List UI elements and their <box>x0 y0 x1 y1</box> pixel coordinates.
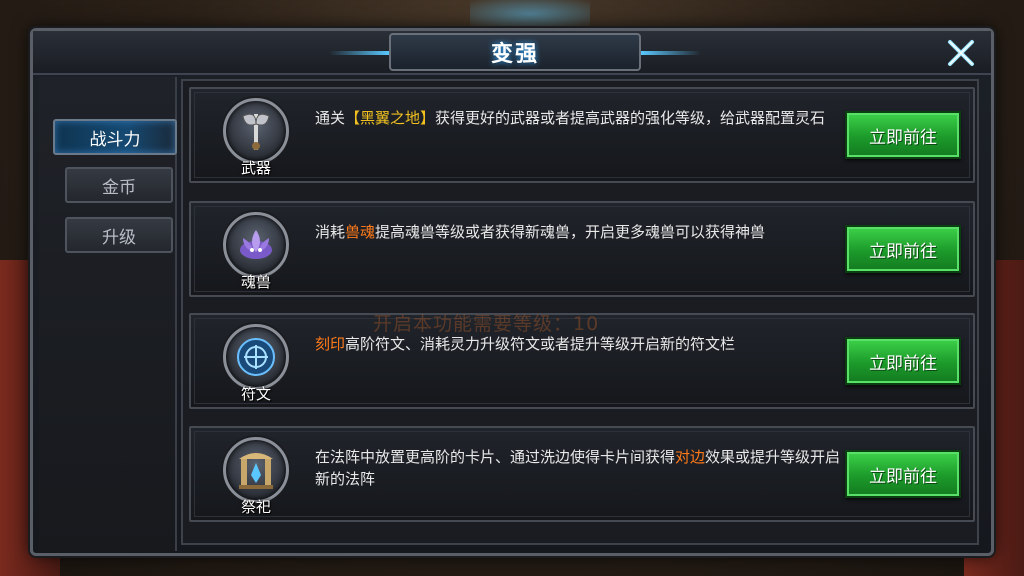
go-now-button[interactable]: 立即前往 <box>845 337 961 385</box>
desc-text: 提高魂兽等级或者获得新魂兽，开启更多魂兽可以获得神兽 <box>375 223 766 241</box>
tab-combat-power[interactable]: 战斗力 <box>53 119 177 155</box>
list-item-sacrifice: 祭祀 在法阵中放置更高阶的卡片、通过洗边使得卡片间获得对边效果或提升等级开启新的… <box>189 426 975 522</box>
axe-icon <box>223 98 289 164</box>
tab-label: 战斗力 <box>89 129 141 150</box>
list-item-rune: 符文 刻印高阶符文、消耗灵力升级符文或者提升等级开启新的符文栏 立即前往 <box>189 313 975 409</box>
desc-highlight: 【黑翼之地】 <box>345 109 436 127</box>
close-icon <box>948 40 974 66</box>
go-now-button[interactable]: 立即前往 <box>845 450 961 498</box>
desc-highlight: 刻印 <box>315 335 346 353</box>
item-description: 消耗兽魂提高魂兽等级或者获得新魂兽，开启更多魂兽可以获得神兽 <box>315 221 845 243</box>
altar-icon <box>223 437 289 503</box>
item-description: 通关【黑翼之地】获得更好的武器或者提高武器的强化等级，给武器配置灵石 <box>315 107 845 129</box>
strengthen-window: 变强 战斗力 金币 升级 武器 通关【黑翼之地】获得更好的武器或者提高武器的强化… <box>30 28 994 556</box>
desc-text: 获得更好的武器或者提高武器的强化等级，给武器配置灵石 <box>435 109 826 127</box>
desc-text: 消耗 <box>315 223 346 241</box>
close-button[interactable] <box>943 35 979 71</box>
tab-gold[interactable]: 金币 <box>65 167 173 203</box>
icon-label: 祭祀 <box>240 498 271 516</box>
desc-text: 在法阵中放置更高阶的卡片、通过洗边使得卡片间获得 <box>315 448 676 466</box>
title-bar: 变强 <box>33 31 991 75</box>
go-now-button[interactable]: 立即前往 <box>845 111 961 159</box>
guide-list[interactable]: 武器 通关【黑翼之地】获得更好的武器或者提高武器的强化等级，给武器配置灵石 立即… <box>181 79 979 545</box>
window-title: 变强 <box>490 42 539 67</box>
desc-highlight: 兽魂 <box>345 223 376 241</box>
background-glow <box>470 0 590 28</box>
list-item-soul-beast: 魂兽 消耗兽魂提高魂兽等级或者获得新魂兽，开启更多魂兽可以获得神兽 立即前往 <box>189 201 975 297</box>
desc-text: 通关 <box>315 109 346 127</box>
desc-highlight: 对边 <box>675 448 706 466</box>
go-now-button[interactable]: 立即前往 <box>845 225 961 273</box>
icon-label: 符文 <box>240 385 271 403</box>
title-plate: 变强 <box>329 33 701 71</box>
tab-level-up[interactable]: 升级 <box>65 217 173 253</box>
rune-icon <box>223 324 289 390</box>
desc-text: 高阶符文、消耗灵力升级符文或者提升等级开启新的符文栏 <box>345 335 736 353</box>
icon-label: 魂兽 <box>240 273 271 291</box>
item-description: 在法阵中放置更高阶的卡片、通过洗边使得卡片间获得对边效果或提升等级开启新的法阵 <box>315 446 845 490</box>
lotus-beast-icon <box>223 212 289 278</box>
tab-label: 升级 <box>102 227 136 248</box>
tab-label: 金币 <box>102 177 136 198</box>
item-description: 刻印高阶符文、消耗灵力升级符文或者提升等级开启新的符文栏 <box>315 333 845 355</box>
list-item-weapon: 武器 通关【黑翼之地】获得更好的武器或者提高武器的强化等级，给武器配置灵石 立即… <box>189 87 975 183</box>
sidebar: 战斗力 金币 升级 <box>39 77 177 551</box>
icon-label: 武器 <box>240 159 271 177</box>
